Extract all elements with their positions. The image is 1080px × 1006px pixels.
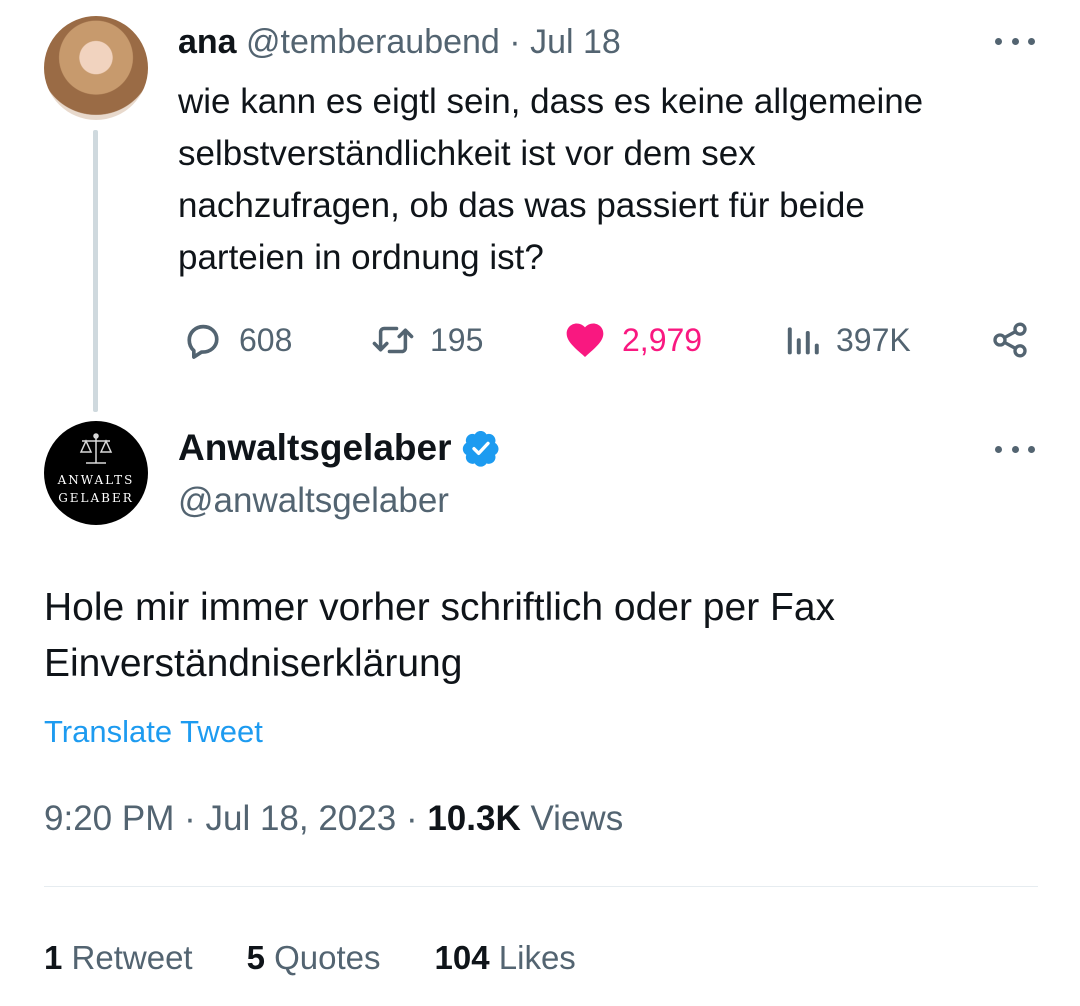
reply-button[interactable]: 608	[181, 316, 292, 364]
likes-stat-label: Likes	[498, 939, 576, 976]
more-icon[interactable]	[995, 442, 1035, 456]
main-author-row: Anwaltsgelaber	[178, 426, 501, 470]
parent-tweet-text: wie kann es eigtl sein, dass es keine al…	[178, 82, 924, 277]
main-author-handle[interactable]: @anwaltsgelaber	[178, 480, 449, 522]
meta-separator: ·	[405, 799, 418, 838]
retweet-count: 195	[430, 321, 484, 358]
views-count: 397K	[836, 321, 911, 358]
engagement-stats: 1 Retweet 5 Quotes 104 Likes	[44, 936, 630, 980]
quotes-stat-label: Quotes	[274, 939, 381, 976]
quotes-stat[interactable]: 5 Quotes	[247, 936, 381, 980]
main-author-name[interactable]: Anwaltsgelaber	[178, 426, 451, 470]
meta-separator: ·	[184, 799, 196, 838]
like-count: 2,979	[622, 321, 703, 358]
views-total: 10.3K	[427, 799, 521, 838]
avatar-anwaltsgelaber[interactable]: ANWALTS GELABER	[44, 421, 148, 525]
reply-count: 608	[239, 321, 293, 358]
scales-of-justice-icon	[79, 433, 113, 464]
retweets-stat[interactable]: 1 Retweet	[44, 936, 193, 980]
more-icon[interactable]	[995, 34, 1035, 48]
thread-connector-line	[93, 130, 98, 412]
parent-author-name[interactable]: ana	[178, 23, 237, 61]
tweet-meta: 9:20 PM · Jul 18, 2023 · 10.3K Views	[44, 797, 623, 841]
likes-stat[interactable]: 104 Likes	[435, 936, 576, 980]
divider	[44, 886, 1038, 887]
share-button[interactable]	[990, 316, 1030, 364]
reply-icon	[187, 324, 219, 359]
tweet-time[interactable]: 9:20 PM	[44, 799, 174, 838]
translate-tweet-link[interactable]: Translate Tweet	[44, 712, 263, 752]
parent-tweet-header: ana @temberaubend · Jul 18	[178, 22, 621, 62]
heart-icon	[566, 323, 604, 358]
retweet-button[interactable]: 195	[370, 316, 483, 364]
parent-tweet-date[interactable]: Jul 18	[530, 23, 621, 61]
share-icon	[993, 322, 1027, 358]
retweet-icon	[372, 326, 414, 354]
views-button[interactable]: 397K	[786, 316, 911, 364]
views-icon	[787, 327, 819, 355]
main-tweet-text: Hole mir immer vorher schriftlich oder p…	[44, 586, 836, 685]
likes-stat-count: 104	[434, 939, 490, 976]
avatar-text-line1: ANWALTS	[57, 473, 135, 487]
quotes-stat-count: 5	[246, 939, 265, 976]
parent-author-handle[interactable]: @temberaubend	[246, 23, 500, 61]
like-button[interactable]: 2,979	[562, 316, 702, 364]
avatar-text-line2: GELABER	[58, 491, 134, 505]
verified-badge-icon	[463, 431, 499, 467]
tweet-date[interactable]: Jul 18, 2023	[205, 799, 396, 838]
views-label: Views	[530, 799, 624, 838]
retweets-stat-count: 1	[44, 939, 63, 976]
header-separator: ·	[509, 23, 521, 61]
avatar-ana[interactable]	[44, 16, 148, 120]
retweets-stat-label: Retweet	[71, 939, 193, 976]
